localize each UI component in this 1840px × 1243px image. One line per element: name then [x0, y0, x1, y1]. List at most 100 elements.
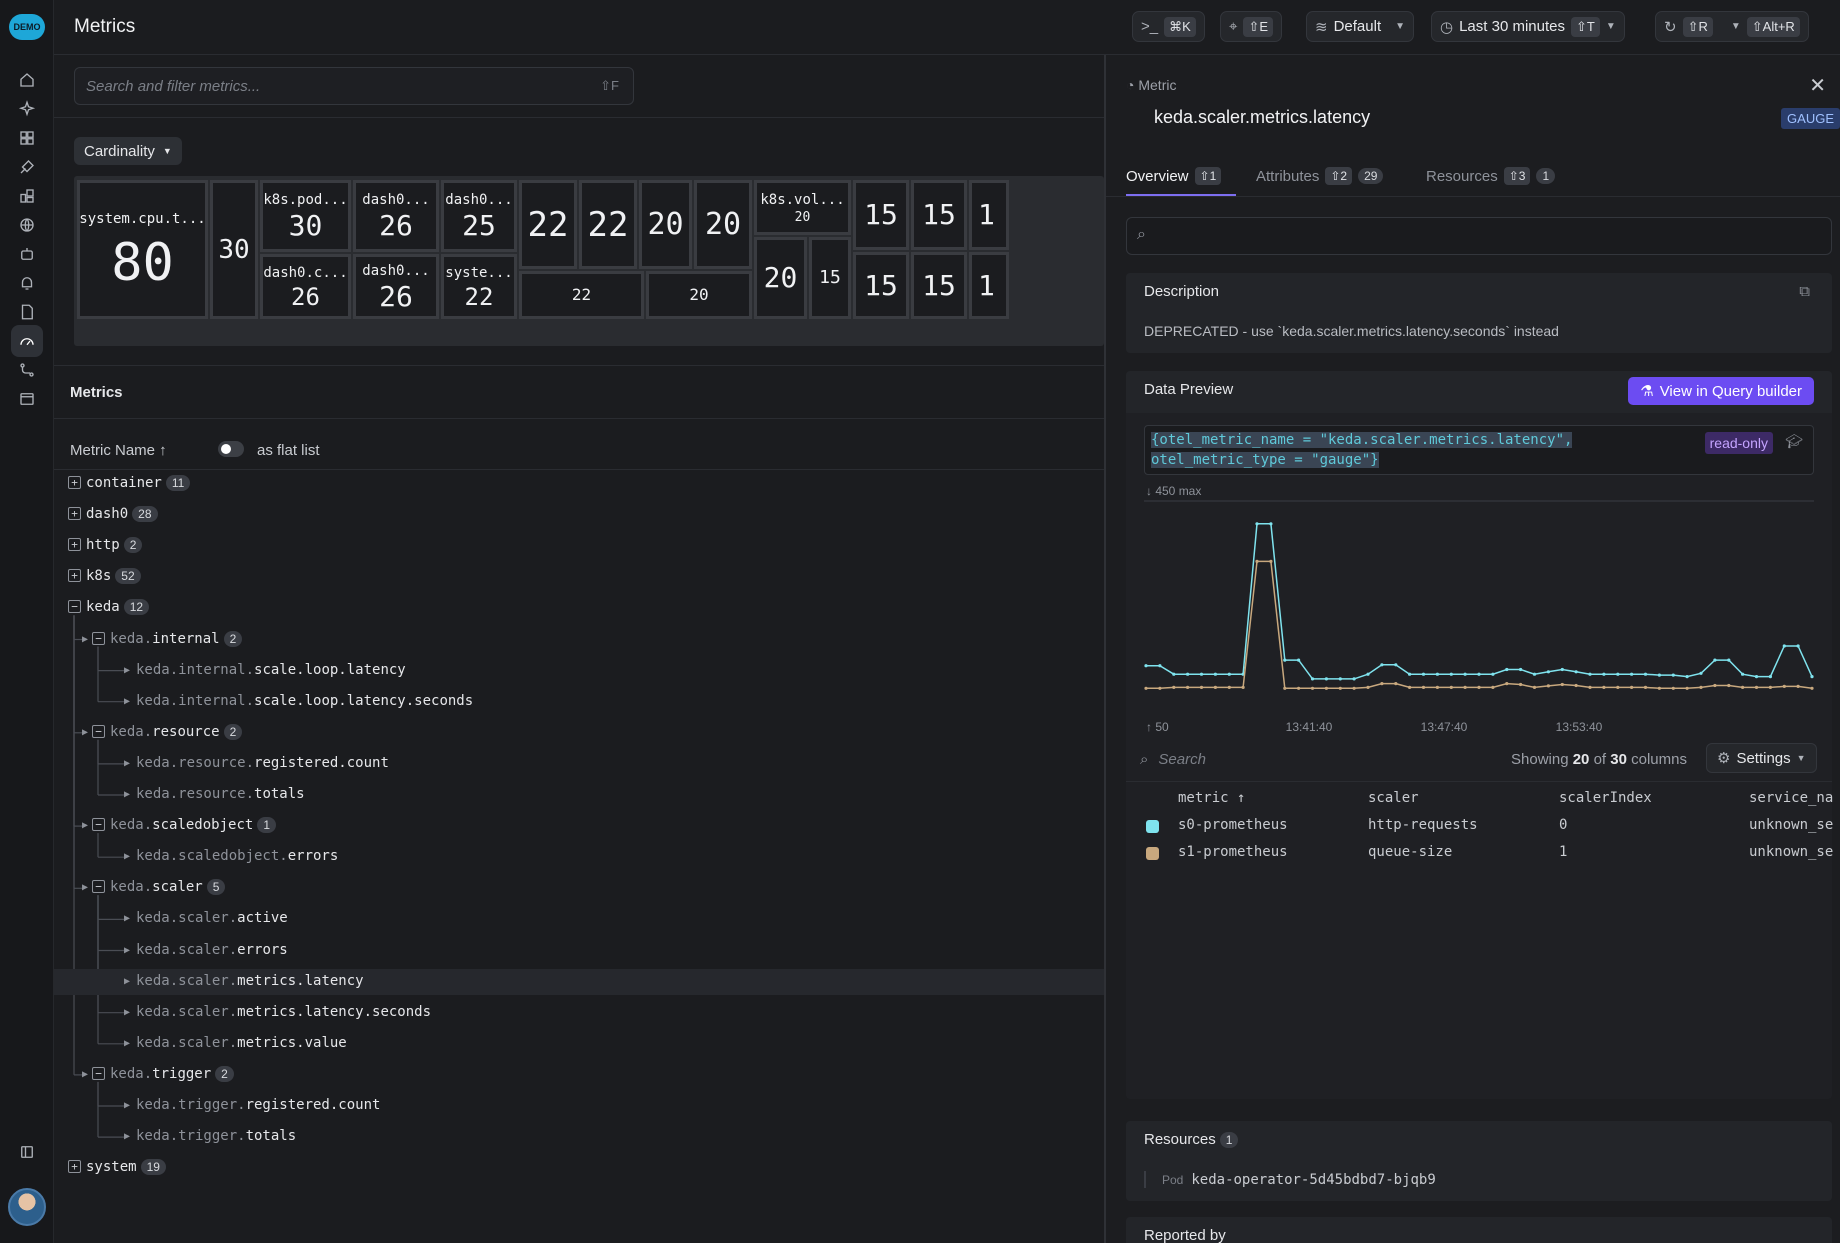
browser-icon[interactable] — [11, 383, 43, 415]
tree-group-container[interactable]: + container 11 — [54, 471, 1104, 497]
tree-group-dash0[interactable]: + dash0 28 — [54, 502, 1104, 528]
treemap-cell[interactable]: 15 — [911, 180, 967, 250]
tree-leaf-metric[interactable]: ▶ keda.trigger.registered.count — [54, 1093, 1104, 1119]
time-range-select[interactable]: ◷ Last 30 minutes ⇧T ▼ — [1431, 11, 1625, 42]
sparkle-icon[interactable] — [11, 93, 43, 125]
treemap-cell[interactable]: 20 — [646, 271, 752, 319]
command-palette-button[interactable]: >_ ⌘K — [1132, 11, 1205, 42]
expand-icon[interactable]: + — [68, 1160, 81, 1174]
collapse-icon[interactable]: − — [92, 724, 105, 738]
data-point — [1602, 672, 1606, 676]
tab-overview[interactable]: Overview ⇧1 — [1126, 161, 1222, 191]
collapse-icon[interactable]: − — [92, 631, 105, 645]
treemap-cell[interactable]: dash0... 25 — [441, 180, 517, 252]
tree-group-system[interactable]: + system 19 — [54, 1155, 1104, 1181]
panel-search-input[interactable]: ⌕ — [1126, 217, 1832, 255]
refresh-button[interactable]: ↻ ⇧R ▼ ⇧Alt+R — [1655, 11, 1809, 42]
tree-group-keda[interactable]: − keda 12 — [54, 595, 1104, 621]
tree-leaf-metric[interactable]: ▶ keda.internal.scale.loop.latency.second… — [54, 689, 1104, 715]
tree-leaf-metric[interactable]: ▶ keda.trigger.totals — [54, 1124, 1104, 1150]
treemap-cell[interactable]: 22 — [519, 271, 644, 319]
tree-leaf-metric[interactable]: ▶ keda.internal.scale.loop.latency — [54, 658, 1104, 684]
collapse-icon[interactable]: − — [68, 600, 81, 614]
tree-group-scaledobject[interactable]: − ▶ keda.scaledobject 1 — [54, 813, 1104, 839]
services-icon[interactable] — [11, 180, 43, 212]
tree-leaf-metric[interactable]: ▶ keda.scaler.metrics.value — [54, 1031, 1104, 1057]
expand-icon[interactable]: + — [68, 507, 81, 521]
home-icon[interactable] — [11, 64, 43, 96]
treemap-cell[interactable]: k8s.pod... 30 — [260, 180, 351, 252]
column-header-scalerindex[interactable]: scalerIndex — [1559, 790, 1652, 806]
share-button[interactable]: ⌖ ⇧E — [1220, 11, 1283, 42]
dashboards-icon[interactable] — [11, 122, 43, 154]
close-icon[interactable]: ✕ — [1809, 73, 1826, 98]
expand-icon[interactable]: + — [68, 476, 81, 489]
resource-row[interactable]: Pod keda-operator-5d45bdbd7-bjqb9 — [1144, 1171, 1436, 1188]
workflow-icon[interactable] — [11, 354, 43, 386]
user-avatar[interactable] — [8, 1188, 46, 1226]
treemap-cell[interactable]: dash0.c... 26 — [260, 254, 351, 319]
treemap-cell[interactable]: 20 — [639, 180, 692, 269]
tracing-icon[interactable] — [11, 151, 43, 183]
table-settings-button[interactable]: ⚙ Settings ▼ — [1706, 743, 1817, 773]
column-header-metric[interactable]: metric ↑ — [1178, 790, 1245, 806]
cardinality-select[interactable]: Cardinality ▼ — [74, 137, 182, 165]
tree-leaf-metric[interactable]: ▶ keda.resource.totals — [54, 782, 1104, 808]
collapse-icon[interactable]: − — [92, 880, 105, 894]
logs-icon[interactable] — [11, 296, 43, 328]
view-in-query-builder-button[interactable]: ⚗ View in Query builder — [1628, 377, 1814, 405]
treemap-cell[interactable]: 1 — [969, 180, 1009, 250]
treemap-cell[interactable]: 15 — [809, 237, 851, 319]
tree-group-trigger[interactable]: − ▶ keda.trigger 2 — [54, 1062, 1104, 1088]
tree-leaf-metric[interactable]: ▶ keda.scaler.metrics.latency.seconds — [54, 1000, 1104, 1026]
tab-attributes[interactable]: Attributes ⇧2 29 — [1256, 161, 1384, 191]
tree-leaf-metric[interactable]: ▶ keda.resource.registered.count — [54, 751, 1104, 777]
tree-group-scaler[interactable]: − ▶ keda.scaler 5 — [54, 875, 1104, 901]
collapse-icon[interactable]: − — [92, 1066, 105, 1080]
tree-group-http[interactable]: + http 2 — [54, 533, 1104, 559]
search-input[interactable]: Search and filter metrics... ⇧F — [74, 67, 634, 105]
treemap-cell[interactable]: dash0... 26 — [353, 180, 439, 252]
graduation-cap-icon[interactable]: 🎓︎ — [1785, 432, 1803, 452]
treemap-cell[interactable]: 15 — [853, 252, 909, 319]
tree-group-k8s[interactable]: + k8s 52 — [54, 564, 1104, 590]
column-header-service-name[interactable]: service_na — [1749, 790, 1833, 806]
flat-list-toggle[interactable] — [218, 441, 244, 457]
treemap-cell[interactable]: dash0... 26 — [353, 254, 439, 319]
metric-name-sort-header[interactable]: Metric Name ↑ — [70, 442, 167, 459]
treemap-cell[interactable]: 22 — [519, 180, 577, 269]
treemap-cell[interactable]: 1 — [969, 252, 1009, 319]
globe-icon[interactable] — [11, 209, 43, 241]
table-search-input[interactable]: ⌕ Search — [1140, 751, 1206, 768]
treemap-cell[interactable]: k8s.vol... 20 — [754, 180, 851, 235]
tree-leaf-metric[interactable]: ▶ keda.scaler.metrics.latency — [54, 968, 1104, 995]
expand-icon[interactable]: + — [68, 569, 81, 583]
treemap-cell[interactable]: syste... 22 — [441, 254, 517, 319]
tree-leaf-metric[interactable]: ▶ keda.scaler.errors — [54, 938, 1104, 964]
tree-leaf-metric[interactable]: ▶ keda.scaler.active — [54, 906, 1104, 932]
sidebar-toggle-icon[interactable] — [11, 1136, 43, 1168]
data-point — [1657, 686, 1661, 690]
expand-icon[interactable]: + — [68, 538, 81, 552]
query-editor[interactable]: {otel_metric_name = "keda.scaler.metrics… — [1144, 425, 1814, 475]
treemap-cell[interactable]: system.cpu.t... 80 — [77, 180, 208, 319]
dataset-select[interactable]: ≋ Default ▼ — [1306, 11, 1415, 42]
treemap-cell[interactable]: 20 — [694, 180, 752, 269]
collapse-icon[interactable]: − — [92, 818, 105, 832]
robot-icon[interactable] — [11, 238, 43, 270]
treemap-cell[interactable]: 15 — [911, 252, 967, 319]
tree-group-internal[interactable]: − ▶ keda.internal 2 — [54, 627, 1104, 653]
treemap-cell[interactable]: 20 — [754, 237, 807, 319]
bell-icon[interactable] — [11, 267, 43, 299]
tree-leaf-metric[interactable]: ▶ keda.scaledobject.errors — [54, 844, 1104, 870]
tab-resources[interactable]: Resources ⇧3 1 — [1426, 161, 1556, 191]
treemap-cell[interactable]: 22 — [579, 180, 637, 269]
chevron-down-icon: ▼ — [1730, 21, 1741, 32]
column-header-scaler[interactable]: scaler — [1368, 790, 1419, 806]
metrics-gauge-icon[interactable] — [11, 325, 43, 357]
app-logo[interactable]: DEMO — [9, 14, 45, 40]
treemap-cell[interactable]: 30 — [210, 180, 258, 319]
treemap-cell[interactable]: 15 — [853, 180, 909, 250]
copy-icon[interactable]: ⧉ — [1799, 283, 1810, 300]
tree-group-resource[interactable]: − ▶ keda.resource 2 — [54, 720, 1104, 746]
